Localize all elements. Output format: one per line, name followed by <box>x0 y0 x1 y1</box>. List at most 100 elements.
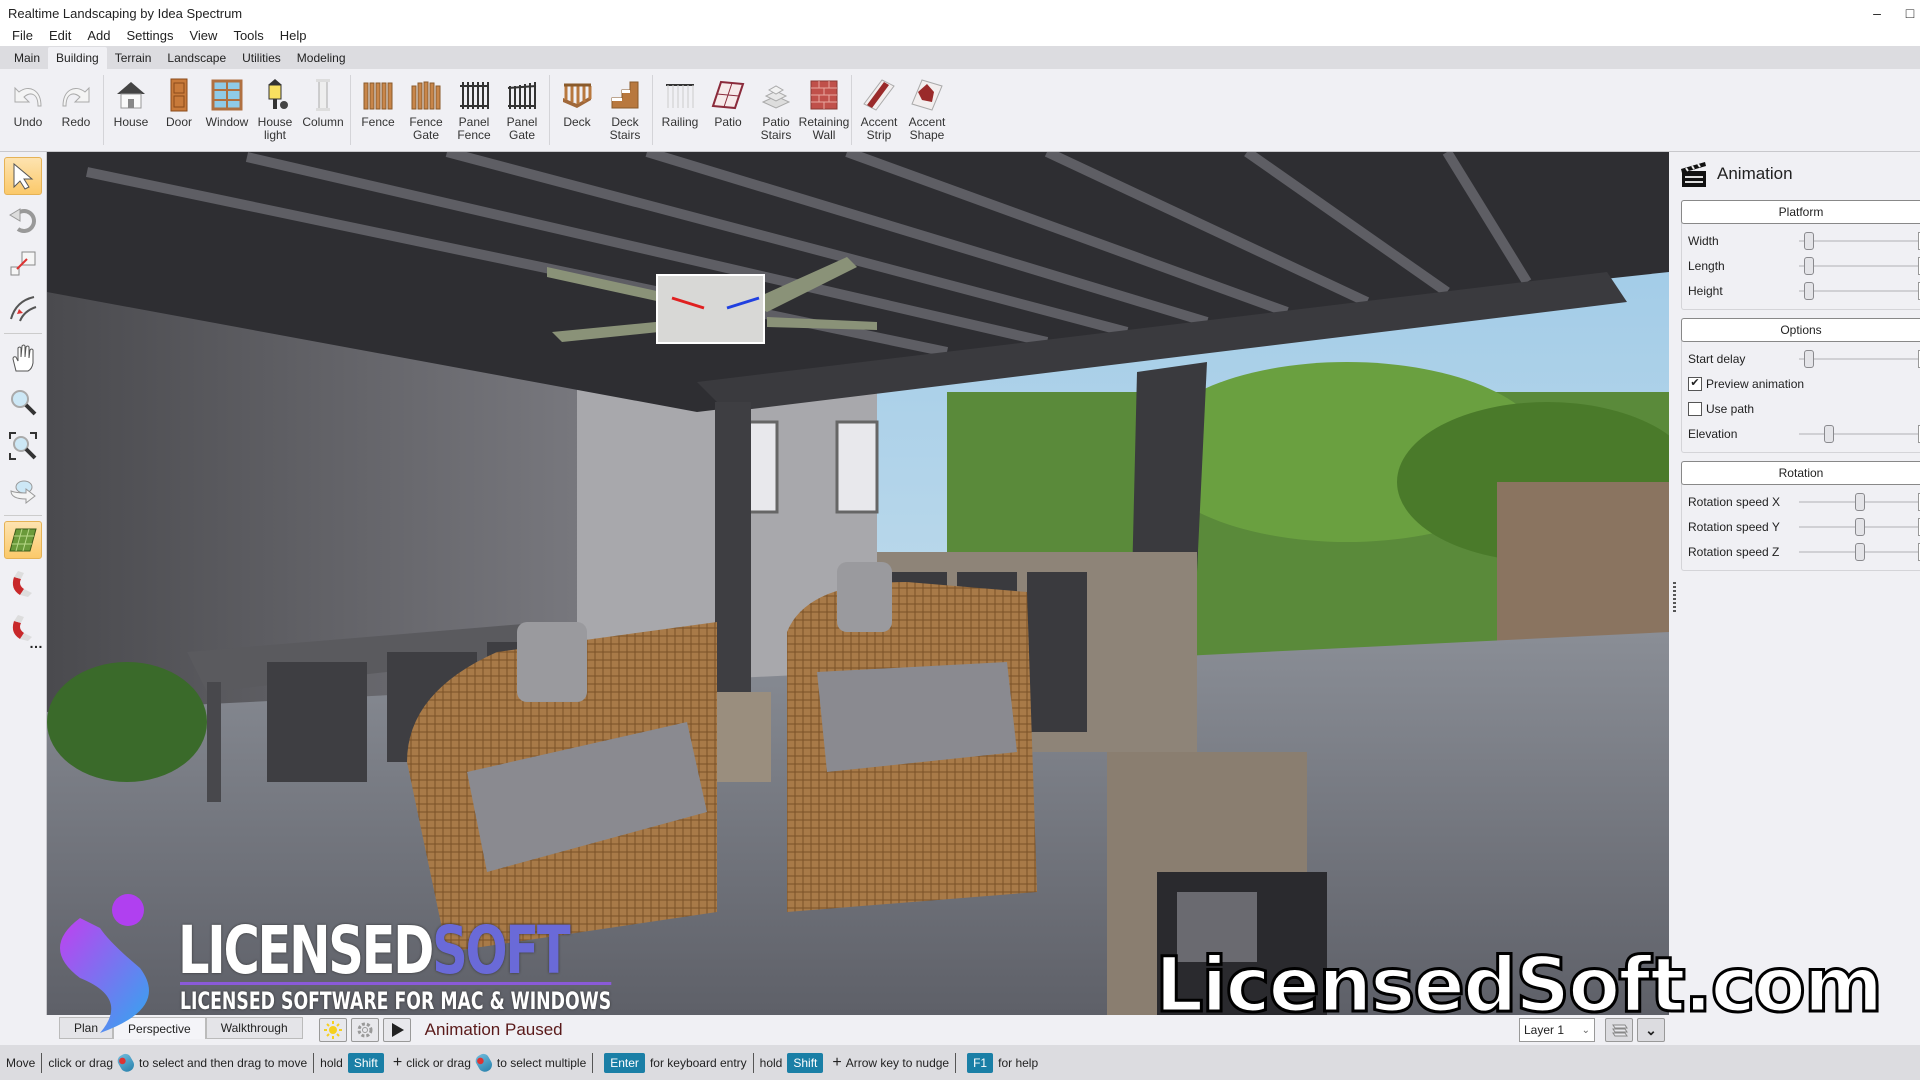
orbit-tool-button[interactable] <box>4 471 42 509</box>
rotation-z-slider[interactable] <box>1799 543 1920 561</box>
options-header[interactable]: Options <box>1681 318 1920 342</box>
door-button[interactable]: Door <box>155 69 203 129</box>
elevation-row: Elevation <box>1682 421 1920 446</box>
toolbar-separator <box>4 333 42 334</box>
grid-snap-button[interactable] <box>4 521 42 559</box>
resize-tool-button[interactable] <box>4 245 42 283</box>
house-icon <box>112 77 150 113</box>
menu-help[interactable]: Help <box>272 28 315 43</box>
restore-icon[interactable]: □ <box>1900 0 1920 26</box>
rotation-y-row: Rotation speed Y <box>1682 514 1920 539</box>
status-separator <box>955 1052 957 1073</box>
start-delay-row: Start delay <box>1682 346 1920 371</box>
minimize-icon[interactable]: – <box>1854 0 1900 26</box>
deck-icon <box>558 77 596 113</box>
accent-shape-button[interactable]: Accent Shape <box>903 69 951 142</box>
slider-thumb[interactable] <box>1803 282 1814 300</box>
slider-thumb[interactable] <box>1824 425 1835 443</box>
patio-button[interactable]: Patio <box>704 69 752 129</box>
preview-animation-checkbox[interactable]: ✔ <box>1688 376 1702 391</box>
tab-building[interactable]: Building <box>48 47 107 69</box>
window-title: Realtime Landscaping by Idea Spectrum <box>8 5 243 21</box>
pan-tool-button[interactable] <box>4 339 42 377</box>
zoom-extents-button[interactable] <box>4 427 42 465</box>
curve-icon <box>10 296 37 322</box>
length-slider[interactable] <box>1799 257 1920 275</box>
start-delay-slider[interactable] <box>1799 350 1920 368</box>
retaining-wall-button[interactable]: Retaining Wall <box>799 69 849 142</box>
rotation-y-slider[interactable] <box>1799 518 1920 536</box>
house-button[interactable]: House <box>107 69 155 129</box>
column-button[interactable]: Column <box>299 69 347 129</box>
pan-hand-icon <box>12 344 34 372</box>
select-arrow-icon <box>13 162 34 190</box>
select-tool-button[interactable] <box>4 157 42 195</box>
rotation-x-slider[interactable] <box>1799 493 1920 511</box>
fence-button[interactable]: Fence <box>354 69 402 129</box>
window-icon <box>208 77 246 113</box>
tab-walkthrough[interactable]: Walkthrough <box>205 1017 303 1039</box>
rotation-header[interactable]: Rotation <box>1681 461 1920 485</box>
menu-view[interactable]: View <box>181 28 225 43</box>
rotation-x-row: Rotation speed X <box>1682 489 1920 514</box>
zoom-icon <box>11 390 37 416</box>
watermark-logo-icon <box>60 894 149 1033</box>
sun-button[interactable] <box>318 1018 347 1042</box>
curve-tool-button[interactable] <box>4 289 42 327</box>
platform-header[interactable]: Platform <box>1681 200 1920 224</box>
width-row: Width <box>1682 228 1920 253</box>
tab-main[interactable]: Main <box>6 47 48 69</box>
tab-landscape[interactable]: Landscape <box>159 47 234 69</box>
mouse-icon <box>115 1051 137 1074</box>
railing-icon <box>661 77 699 113</box>
tab-modeling[interactable]: Modeling <box>289 47 354 69</box>
slider-thumb[interactable] <box>1854 518 1865 536</box>
panel-fence-button[interactable]: Panel Fence <box>450 69 498 142</box>
redo-button[interactable]: Redo <box>52 69 100 129</box>
fence-gate-icon <box>407 77 445 113</box>
deck-button[interactable]: Deck <box>553 69 601 129</box>
panel-gate-button[interactable]: Panel Gate <box>498 69 546 142</box>
slider-thumb[interactable] <box>1854 493 1865 511</box>
deck-stairs-button[interactable]: Deck Stairs <box>601 69 649 142</box>
magnet-button[interactable] <box>4 565 42 603</box>
play-button[interactable] <box>382 1018 411 1042</box>
ribbon-separator <box>549 75 550 145</box>
railing-button[interactable]: Railing <box>656 69 704 129</box>
shift-key-badge: Shift <box>787 1052 824 1073</box>
render-settings-button[interactable] <box>350 1018 379 1042</box>
slider-thumb[interactable] <box>1803 232 1814 250</box>
panel-title: Animation <box>1717 164 1793 183</box>
zoom-tool-button[interactable] <box>4 383 42 421</box>
slider-thumb[interactable] <box>1854 543 1865 561</box>
house-light-button[interactable]: House light <box>251 69 299 142</box>
panel-resize-grip[interactable] <box>1673 582 1676 612</box>
fence-gate-button[interactable]: Fence Gate <box>402 69 450 142</box>
tab-utilities[interactable]: Utilities <box>234 47 289 69</box>
menu-tools[interactable]: Tools <box>225 28 271 43</box>
plus-icon: + <box>832 1053 842 1071</box>
use-path-checkbox[interactable] <box>1688 401 1702 416</box>
menu-settings[interactable]: Settings <box>119 28 182 43</box>
ribbon-separator <box>350 75 351 145</box>
window-button[interactable]: Window <box>203 69 251 129</box>
column-icon <box>304 77 342 113</box>
accent-strip-button[interactable]: Accent Strip <box>855 69 903 142</box>
menu-add[interactable]: Add <box>79 28 118 43</box>
f1-key-badge: F1 <box>967 1052 994 1073</box>
menu-edit[interactable]: Edit <box>41 28 79 43</box>
magnet-options-button[interactable]: … <box>4 609 43 651</box>
lamp-icon <box>256 77 294 113</box>
tab-terrain[interactable]: Terrain <box>107 47 160 69</box>
elevation-slider[interactable] <box>1799 425 1920 443</box>
slider-thumb[interactable] <box>1803 350 1814 368</box>
width-slider[interactable] <box>1799 232 1920 250</box>
3d-viewport[interactable] <box>47 152 1669 1015</box>
menu-file[interactable]: File <box>4 28 41 43</box>
patio-stairs-button[interactable]: Patio Stairs <box>752 69 800 142</box>
height-slider[interactable] <box>1799 282 1920 300</box>
rotate-tool-button[interactable] <box>4 201 42 239</box>
door-icon <box>160 77 198 113</box>
slider-thumb[interactable] <box>1803 257 1814 275</box>
undo-button[interactable]: Undo <box>4 69 52 129</box>
